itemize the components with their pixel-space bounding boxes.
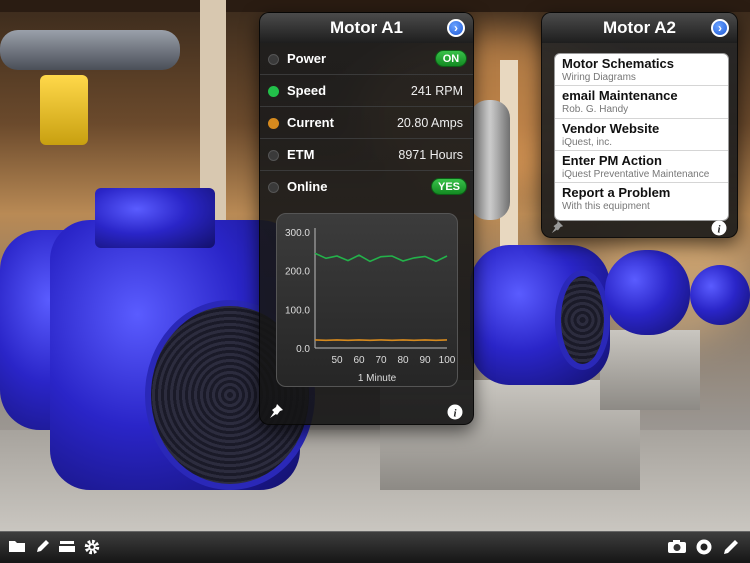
- status-row-online: Online YES: [260, 171, 473, 203]
- bottom-toolbar: [0, 531, 750, 563]
- status-label: Online: [287, 179, 328, 194]
- y-tick-label: 0.0: [296, 344, 310, 355]
- etm-value: 8971 Hours: [398, 148, 463, 162]
- speed-value: 241 RPM: [410, 84, 463, 98]
- x-tick-label: 90: [419, 355, 431, 366]
- pushpin-icon[interactable]: [550, 220, 564, 237]
- list-item-title: Motor Schematics: [562, 56, 674, 71]
- power-toggle[interactable]: ON: [435, 50, 467, 67]
- x-tick-label: 80: [397, 355, 409, 366]
- status-label: Speed: [287, 83, 327, 98]
- pencil-icon[interactable]: [33, 538, 53, 558]
- disclosure-arrow-icon[interactable]: ›: [711, 19, 729, 37]
- status-row-etm: ETM 8971 Hours: [260, 139, 473, 171]
- list-item[interactable]: Vendor Website iQuest, inc.: [555, 119, 728, 151]
- current-value: 20.80 Amps: [396, 116, 463, 130]
- list-item-subtitle: iQuest, inc.: [562, 136, 613, 148]
- y-tick-label: 100.0: [285, 305, 310, 316]
- x-tick-label: 50: [331, 355, 343, 366]
- list-item-subtitle: With this equipment: [562, 201, 650, 213]
- info-icon[interactable]: i: [711, 220, 727, 237]
- series-line-0: [314, 252, 448, 263]
- motor-a2-title: Motor A2: [602, 18, 677, 37]
- pushpin-icon[interactable]: [268, 403, 284, 422]
- y-tick-label: 300.0: [285, 228, 310, 239]
- list-item-subtitle: Wiring Diagrams: [562, 72, 636, 83]
- disclosure-arrow-icon[interactable]: ›: [447, 19, 465, 37]
- gear-icon[interactable]: [82, 538, 102, 558]
- x-tick-label: 70: [375, 355, 387, 366]
- status-row-speed: Speed 241 RPM: [260, 75, 473, 107]
- motor-a1-title: Motor A1: [329, 18, 404, 37]
- list-item[interactable]: Motor Schematics Wiring Diagrams: [555, 54, 728, 87]
- motor-a2-panel: Motor A2 › Motor Schematics Wiring Diagr…: [541, 12, 738, 238]
- pen-icon[interactable]: [721, 538, 741, 558]
- list-item-title: Report a Problem: [562, 185, 671, 201]
- trend-chart: 300.0 200.0 100.0 0.0 50 60 70 80 90 100 1 Minute: [276, 213, 458, 387]
- status-label: Current: [287, 115, 334, 130]
- y-tick-label: 200.0: [285, 267, 310, 278]
- x-tick-label: 100: [439, 355, 456, 366]
- x-tick-label: 60: [353, 355, 365, 366]
- status-dot-icon: [268, 150, 279, 161]
- record-icon[interactable]: [694, 538, 714, 558]
- list-item-title: Enter PM Action: [562, 152, 662, 168]
- action-list: Motor Schematics Wiring Diagrams email M…: [554, 53, 729, 221]
- list-item[interactable]: Enter PM Action iQuest Preventative Main…: [555, 151, 728, 184]
- list-item[interactable]: email Maintenance Rob. G. Handy: [555, 86, 728, 119]
- camera-icon[interactable]: [667, 538, 687, 558]
- motor-a1-title-bar: Motor A1 ›: [260, 13, 473, 43]
- status-label: Power: [287, 51, 327, 66]
- online-toggle[interactable]: YES: [430, 178, 467, 195]
- folder-icon[interactable]: [7, 538, 27, 558]
- status-row-power: Power ON: [260, 43, 473, 75]
- trend-chart-svg: 300.0 200.0 100.0 0.0 50 60 70 80 90 100 1 Minute: [285, 228, 456, 384]
- status-dot-icon: [268, 118, 279, 129]
- list-item-title: Vendor Website: [562, 120, 660, 136]
- info-icon[interactable]: i: [447, 404, 463, 423]
- status-label: ETM: [287, 147, 315, 162]
- list-item-subtitle: iQuest Preventative Maintenance: [562, 168, 710, 180]
- list-item-title: email Maintenance: [562, 88, 678, 104]
- status-dot-icon: [268, 182, 279, 193]
- x-axis-label: 1 Minute: [358, 373, 397, 384]
- status-dot-icon: [268, 54, 279, 65]
- motor-a1-panel: Motor A1 › Power ON Speed 241 RPM Curren…: [259, 12, 474, 425]
- list-item[interactable]: Report a Problem With this equipment: [555, 183, 728, 215]
- status-dot-icon: [268, 86, 279, 97]
- status-row-current: Current 20.80 Amps: [260, 107, 473, 139]
- list-item-subtitle: Rob. G. Handy: [562, 104, 629, 116]
- tray-icon[interactable]: [57, 538, 77, 558]
- motor-a2-title-bar: Motor A2 ›: [542, 13, 737, 43]
